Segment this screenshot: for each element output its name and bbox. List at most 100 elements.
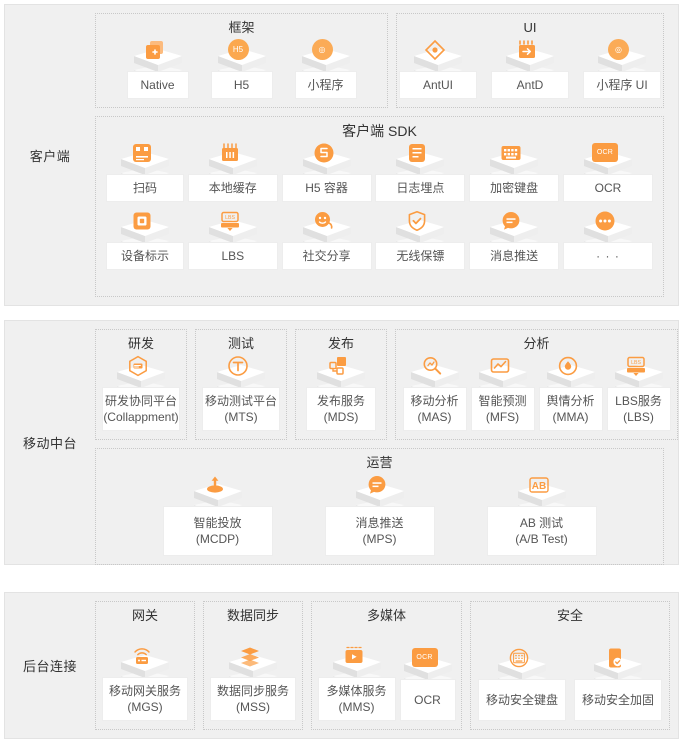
node-label-mfs: 智能预测 (MFS): [470, 387, 535, 431]
node-native[interactable]: Native: [126, 39, 189, 99]
group-test: 测试 移动测试平台 (MTS): [195, 329, 287, 440]
row-platform-top: 研发 研发协同平台 (Collappment) 测试 移动测试平台 (MTS) …: [95, 329, 678, 440]
group-title-release: 发布: [327, 336, 354, 351]
client-sdk-row-2: 设备标示 LBS LBS 社交分享 无线保镖 消息推送 · · ·: [106, 210, 653, 270]
node-local-cache[interactable]: 本地缓存: [187, 142, 278, 202]
svg-text:LBS: LBS: [225, 215, 235, 221]
group-title-data-sync: 数据同步: [226, 608, 279, 623]
node-mini-program-ui[interactable]: ◎ 小程序 UI: [583, 39, 661, 99]
node-lbs[interactable]: LBS LBS: [187, 210, 278, 270]
node-mma[interactable]: 舆情分析 (MMA): [538, 355, 603, 431]
node-antui[interactable]: AntUI: [399, 39, 477, 99]
group-items-operations: 智能投放 (MCDP) 消息推送 (MPS) AB AB 测试 (A/B Tes…: [162, 474, 597, 556]
node-phone-lock[interactable]: 移动安全加固: [574, 647, 662, 721]
node-label-mas: 移动分析 (MAS): [402, 387, 467, 431]
group-items-ui: AntUI AntD ◎ 小程序 UI: [399, 39, 661, 99]
node-antd[interactable]: AntD: [491, 39, 569, 99]
group-items-test: 移动测试平台 (MTS): [202, 355, 280, 431]
node-log-tracking[interactable]: 日志埋点: [375, 142, 466, 202]
node-label-log-tracking: 日志埋点: [375, 174, 466, 202]
row-frameworks: 框架 Native H5 H5 ◎ 小程序 UI AntUI AntD ◎ 小程…: [95, 13, 670, 108]
client-sdk-grid: 扫码 本地缓存 H5 容器 日志埋点 加密键盘 OCR OCR 设备标示 LBS…: [102, 142, 657, 270]
node-scan-code[interactable]: 扫码: [106, 142, 184, 202]
phone-lock-icon: [604, 647, 626, 669]
node-label-more: · · ·: [562, 242, 653, 270]
node-label-h5-container: H5 容器: [281, 174, 372, 202]
node-h5[interactable]: H5 H5: [210, 39, 273, 99]
node-message-push[interactable]: 消息推送: [469, 210, 560, 270]
node-label-mms: 多媒体服务 (MMS): [317, 677, 396, 721]
node-label-mps: 消息推送 (MPS): [324, 506, 435, 556]
node-label-mini-program: 小程序: [294, 71, 357, 99]
node-label-lbs: LBS: [187, 242, 278, 270]
group-release: 发布 发布服务 (MDS): [295, 329, 387, 440]
node-ab-test[interactable]: AB AB 测试 (A/B Test): [486, 474, 597, 556]
row-operations: 运营 智能投放 (MCDP) 消息推送 (MPS) AB AB 测试 (A/B …: [95, 448, 678, 565]
node-lbs-service[interactable]: LBS LBS服务 (LBS): [606, 355, 671, 431]
calendar-arrow-icon: [516, 39, 538, 61]
node-label-antd: AntD: [491, 71, 569, 99]
group-title-analysis: 分析: [523, 336, 550, 351]
node-label-ocr: OCR: [562, 174, 653, 202]
mini-program-circle-icon: ◎: [311, 39, 333, 60]
node-label-mma: 舆情分析 (MMA): [538, 387, 603, 431]
node-mts[interactable]: 移动测试平台 (MTS): [202, 355, 280, 431]
node-social-share[interactable]: 社交分享: [281, 210, 372, 270]
message-push-icon: [366, 474, 388, 496]
h5-container-icon: [313, 142, 335, 164]
node-mgs[interactable]: 移动网关服务 (MGS): [102, 645, 188, 721]
node-label-ab-test: AB 测试 (A/B Test): [486, 506, 597, 556]
group-title-multimedia: 多媒体: [366, 608, 406, 623]
group-operations: 运营 智能投放 (MCDP) 消息推送 (MPS) AB AB 测试 (A/B …: [95, 448, 664, 565]
node-label-antui: AntUI: [399, 71, 477, 99]
trend-chart-icon: [489, 355, 511, 377]
group-framework: 框架 Native H5 H5 ◎ 小程序: [95, 13, 388, 108]
node-h5-container[interactable]: H5 容器: [281, 142, 372, 202]
group-items-framework: Native H5 H5 ◎ 小程序: [126, 39, 357, 99]
node-wireless-guard[interactable]: 无线保镖: [375, 210, 466, 270]
node-label-native: Native: [126, 71, 189, 99]
node-mcdp[interactable]: 智能投放 (MCDP): [162, 474, 273, 556]
node-mms[interactable]: 多媒体服务 (MMS): [317, 645, 396, 721]
node-more[interactable]: · · ·: [562, 210, 653, 270]
node-label-local-cache: 本地缓存: [187, 174, 278, 202]
section-backend: 后台连接 网关 移动网关服务 (MGS) 数据同步 数据同步服务 (MSS) 多…: [4, 592, 679, 739]
group-ui: UI AntUI AntD ◎ 小程序 UI: [396, 13, 664, 108]
node-mds[interactable]: 发布服务 (MDS): [306, 355, 376, 431]
node-encrypted-keyboard[interactable]: 加密键盘: [469, 142, 560, 202]
section-mobile-platform: 移动中台 研发 研发协同平台 (Collappment) 测试 移动测试平台 (…: [4, 320, 679, 565]
node-label-mini-program-ui: 小程序 UI: [583, 71, 661, 99]
svg-text:LBS: LBS: [631, 360, 641, 366]
group-title-operations: 运营: [366, 455, 393, 470]
group-items-release: 发布服务 (MDS): [306, 355, 376, 431]
section-body-mobile-platform: 研发 研发协同平台 (Collappment) 测试 移动测试平台 (MTS) …: [95, 321, 683, 565]
node-ocr-backend[interactable]: OCR OCR: [399, 647, 456, 721]
section-label-client: 客户端: [29, 148, 71, 164]
node-collappment[interactable]: 研发协同平台 (Collappment): [102, 355, 180, 431]
node-ocr[interactable]: OCR OCR: [562, 142, 653, 202]
row-client-sdk: 客户端 SDK 扫码 本地缓存 H5 容器 日志埋点 加密键盘 OCR OCR …: [95, 116, 670, 297]
node-label-mts: 移动测试平台 (MTS): [202, 387, 280, 431]
cache-icon: [219, 142, 241, 164]
sentiment-icon: [557, 355, 579, 377]
node-device-id[interactable]: 设备标示: [106, 210, 184, 270]
section-body-client: 框架 Native H5 H5 ◎ 小程序 UI AntUI AntD ◎ 小程…: [95, 5, 678, 305]
node-label-mds: 发布服务 (MDS): [306, 387, 376, 431]
group-gateway: 网关 移动网关服务 (MGS): [95, 601, 195, 730]
group-title-ui: UI: [523, 20, 537, 35]
row-backend: 网关 移动网关服务 (MGS) 数据同步 数据同步服务 (MSS) 多媒体 多媒…: [95, 601, 670, 730]
shield-check-icon: [406, 210, 428, 232]
group-items-gateway: 移动网关服务 (MGS): [102, 627, 188, 721]
delivery-icon: [204, 474, 226, 496]
node-label-collappment: 研发协同平台 (Collappment): [102, 387, 180, 431]
group-client-sdk: 客户端 SDK 扫码 本地缓存 H5 容器 日志埋点 加密键盘 OCR OCR …: [95, 116, 664, 297]
client-sdk-row-1: 扫码 本地缓存 H5 容器 日志埋点 加密键盘 OCR OCR: [106, 142, 653, 202]
node-secure-keypad[interactable]: 移动安全键盘: [478, 647, 566, 721]
node-mps[interactable]: 消息推送 (MPS): [324, 474, 435, 556]
node-mini-program[interactable]: ◎ 小程序: [294, 39, 357, 99]
node-mfs[interactable]: 智能预测 (MFS): [470, 355, 535, 431]
node-mas[interactable]: 移动分析 (MAS): [402, 355, 467, 431]
media-play-icon: [343, 645, 365, 667]
node-mss[interactable]: 数据同步服务 (MSS): [210, 645, 296, 721]
share-icon: [313, 210, 335, 232]
